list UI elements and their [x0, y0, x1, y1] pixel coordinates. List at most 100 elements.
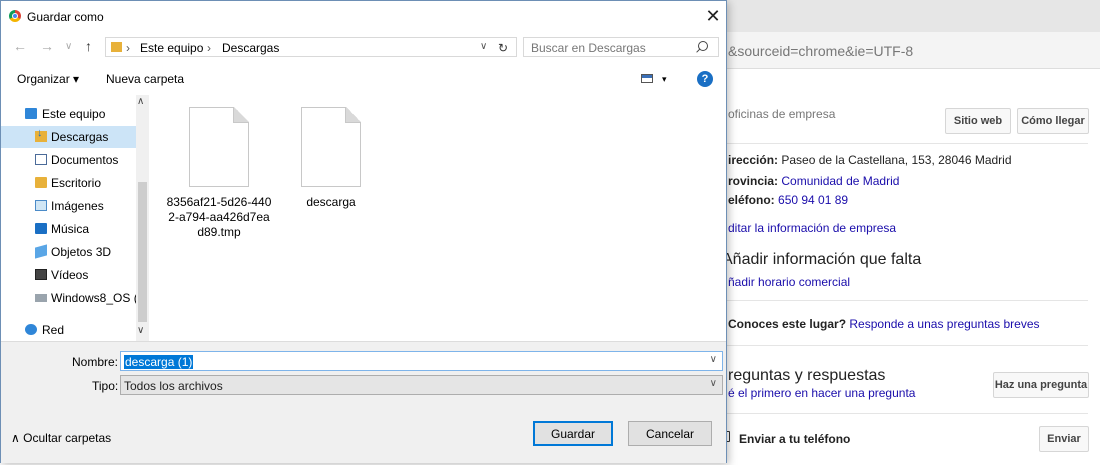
phone-label: eléfono: — [728, 193, 775, 207]
breadcrumb-folder[interactable]: Descargas — [222, 41, 279, 55]
music-icon — [35, 223, 47, 234]
address-value: Paseo de la Castellana, 153, 28046 Madri… — [781, 153, 1012, 167]
view-options-icon[interactable] — [641, 74, 653, 83]
website-button[interactable]: Sitio web — [945, 108, 1011, 134]
nav-item-descargas[interactable]: Descargas — [1, 126, 136, 148]
nav-item-label: Red — [42, 323, 65, 337]
file-icon — [189, 107, 249, 187]
scroll-up-icon[interactable]: ∧ — [137, 96, 144, 107]
nav-item-videos[interactable]: Vídeos — [1, 264, 136, 286]
help-icon[interactable]: ? — [697, 71, 713, 87]
new-folder-button[interactable]: Nueva carpeta — [106, 72, 184, 86]
view-dropdown-icon[interactable]: ▾ — [662, 74, 667, 85]
add-hours-link[interactable]: ñadir horario comercial — [728, 275, 850, 289]
cancel-button[interactable]: Cancelar — [628, 421, 712, 446]
address-label: irección: — [728, 153, 779, 167]
address-row: irección: Paseo de la Castellana, 153, 2… — [728, 153, 1012, 167]
search-icon[interactable] — [698, 41, 708, 51]
save-as-dialog: Guardar como ✕ ← → ∨ ↑ › Este equipo › D… — [0, 0, 727, 463]
know-place-link[interactable]: Responde a unas preguntas breves — [849, 317, 1039, 331]
close-icon[interactable]: ✕ — [701, 4, 725, 28]
dialog-footer: Nombre: descarga (1) ∨ Tipo: Todos los a… — [1, 341, 726, 463]
nav-item-imagenes[interactable]: Imágenes — [1, 195, 136, 217]
edit-business-link[interactable]: ditar la información de empresa — [728, 221, 896, 235]
organize-menu[interactable]: Organizar ▾ — [17, 72, 79, 86]
forward-arrow-icon[interactable]: → — [40, 38, 54, 54]
nav-item-escritorio[interactable]: Escritorio — [1, 172, 136, 194]
file-type-select[interactable]: Todos los archivos ∨ — [120, 375, 723, 395]
up-arrow-icon[interactable]: ↑ — [85, 38, 92, 54]
filename-input[interactable]: descarga (1) ∨ — [120, 351, 723, 371]
desktop-folder-icon — [35, 177, 47, 188]
back-arrow-icon[interactable]: ← — [13, 38, 27, 54]
chevron-down-icon[interactable]: ∨ — [710, 354, 717, 365]
file-list: 8356af21-5d26-4402-a794-aa426d7ead89.tmp… — [149, 95, 726, 341]
type-label: Tipo: — [92, 379, 119, 393]
downloads-folder-icon — [35, 127, 47, 142]
know-place-question: Conoces este lugar? — [728, 317, 847, 331]
pc-icon — [25, 108, 37, 119]
nav-item-label: Este equipo — [42, 107, 106, 121]
recent-locations-chevron-icon[interactable]: ∨ — [65, 41, 72, 52]
documents-icon — [35, 154, 47, 165]
downloads-folder-icon — [111, 42, 122, 52]
phone-row: eléfono: 650 94 01 89 — [728, 193, 848, 207]
dialog-toolbar: Organizar ▾ Nueva carpeta ▾ ? — [1, 63, 726, 95]
nav-item-este-equipo[interactable]: Este equipo — [1, 103, 136, 125]
address-bar[interactable]: › Este equipo › Descargas ∨ ↻ — [105, 37, 517, 57]
nav-item-red[interactable]: Red — [1, 319, 136, 341]
search-placeholder: Buscar en Descargas — [531, 41, 646, 55]
filename-label: Nombre: — [72, 355, 119, 369]
search-input[interactable]: Buscar en Descargas — [523, 37, 719, 57]
send-to-phone-label: Enviar a tu teléfono — [739, 432, 851, 446]
url-text: &sourceid=chrome&ie=UTF-8 — [728, 43, 914, 59]
refresh-icon[interactable]: ↻ — [498, 41, 508, 55]
nav-item-label: Objetos 3D — [51, 245, 112, 259]
divider — [722, 345, 1088, 346]
file-item[interactable]: descarga — [277, 107, 385, 210]
breadcrumb-separator-icon: › — [126, 41, 130, 55]
nav-item-label: Descargas — [51, 130, 109, 144]
phone-link[interactable]: 650 94 01 89 — [778, 193, 848, 207]
business-category: oficinas de empresa — [728, 107, 836, 121]
chevron-down-icon[interactable]: ∨ — [710, 378, 717, 389]
nav-item-label: Música — [51, 222, 90, 236]
ask-question-button[interactable]: Haz una pregunta — [993, 372, 1089, 398]
directions-button[interactable]: Cómo llegar — [1017, 108, 1089, 134]
divider — [722, 143, 1088, 144]
scroll-down-icon[interactable]: ∨ — [137, 325, 144, 336]
file-name: 8356af21-5d26-4402-a794-aa426d7ead89.tmp — [166, 195, 272, 239]
nav-item-label: Windows8_OS (C — [51, 291, 147, 305]
dialog-title: Guardar como — [27, 10, 104, 24]
drive-icon — [35, 294, 47, 302]
qa-first-link[interactable]: é el primero en hacer una pregunta — [728, 386, 915, 400]
hide-folders-toggle[interactable]: ∧ Ocultar carpetas — [11, 431, 111, 445]
file-icon — [301, 107, 361, 187]
nav-item-objetos-3d[interactable]: Objetos 3D — [1, 241, 136, 263]
nav-item-windows8-os[interactable]: Windows8_OS (C — [1, 287, 146, 309]
nav-item-label: Vídeos — [51, 268, 89, 282]
divider — [722, 413, 1088, 414]
province-link[interactable]: Comunidad de Madrid — [781, 174, 899, 188]
nav-item-musica[interactable]: Música — [1, 218, 136, 240]
divider — [722, 300, 1088, 301]
dialog-titlebar[interactable]: Guardar como ✕ — [1, 1, 726, 31]
send-button[interactable]: Enviar — [1039, 426, 1089, 452]
videos-icon — [35, 269, 47, 280]
navigation-pane: Este equipo Descargas Documentos Escrito… — [1, 95, 149, 341]
breadcrumb-root[interactable]: Este equipo — [140, 41, 203, 55]
nav-scroll-thumb[interactable] — [138, 182, 147, 322]
nav-item-label: Documentos — [51, 153, 119, 167]
browser-tab-strip — [700, 0, 1100, 32]
nav-item-label: Escritorio — [51, 176, 102, 190]
3d-objects-icon — [35, 244, 47, 259]
address-dropdown-icon[interactable]: ∨ — [480, 41, 487, 52]
nav-item-documentos[interactable]: Documentos — [1, 149, 136, 171]
breadcrumb-separator-icon[interactable]: › — [207, 41, 211, 55]
navigation-row: ← → ∨ ↑ › Este equipo › Descargas ∨ ↻ Bu… — [1, 31, 726, 63]
province-label: rovincia: — [728, 174, 779, 188]
chrome-icon — [9, 10, 21, 22]
file-item[interactable]: 8356af21-5d26-4402-a794-aa426d7ead89.tmp — [165, 107, 273, 240]
save-button[interactable]: Guardar — [533, 421, 613, 446]
file-name: descarga — [306, 195, 356, 209]
